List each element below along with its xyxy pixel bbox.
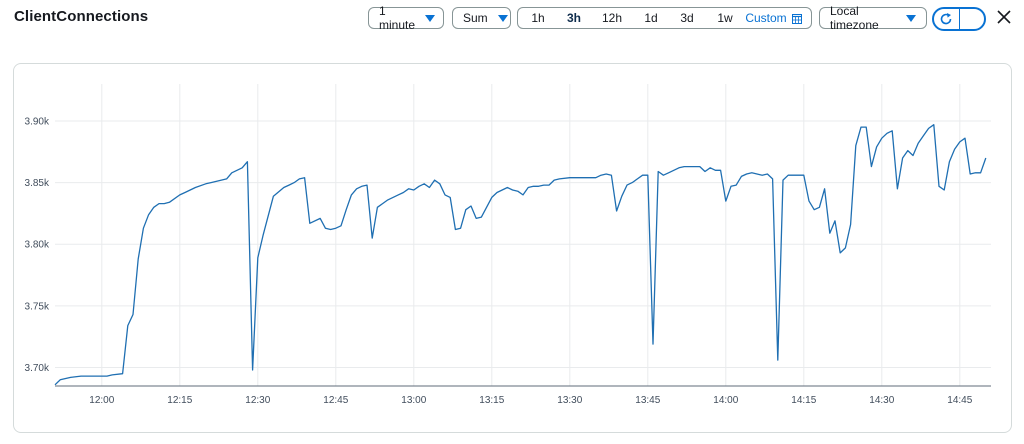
calendar-icon[interactable] [792,13,802,24]
x-tick-label: 13:30 [557,395,582,406]
period-value: 1 minute [379,4,416,32]
y-tick-label: 3.90k [25,116,50,127]
range-3d[interactable]: 3d [668,11,706,25]
x-tick-label: 14:15 [791,395,816,406]
y-tick-label: 3.70k [25,363,50,374]
refresh-button-group[interactable] [932,7,986,31]
range-3h[interactable]: 3h [558,11,590,25]
timezone-value: Local timezone [830,4,879,32]
y-tick-label: 3.75k [25,301,50,312]
caret-down-icon [425,14,436,22]
y-tick-label: 3.85k [25,178,50,189]
chart-panel: 3.70k 3.75k 3.80k 3.85k 3.90k 12:00 12:15 12:30… [13,63,1012,433]
x-tick-label: 12:00 [89,395,114,406]
x-tick-label: 13:00 [401,395,426,406]
statistic-value: Sum [463,11,488,25]
x-tick-label: 14:00 [713,395,738,406]
x-tick-label: 12:30 [245,395,270,406]
y-tick-label: 3.80k [25,240,50,251]
close-button[interactable] [996,9,1012,25]
range-1w[interactable]: 1w [706,11,744,25]
series-line [54,124,987,386]
range-1d[interactable]: 1d [634,11,668,25]
statistic-dropdown[interactable]: Sum [452,7,511,29]
range-1h[interactable]: 1h [518,11,558,25]
refresh-button[interactable] [934,9,959,29]
caret-down-icon [906,14,916,22]
timezone-dropdown[interactable]: Local timezone [819,4,927,32]
x-tick-label: 14:30 [869,395,894,406]
caret-down-icon [497,14,508,22]
period-dropdown[interactable]: 1 minute [368,4,444,32]
range-12h[interactable]: 12h [590,11,634,25]
close-icon [997,10,1011,24]
x-tick-label: 13:45 [635,395,660,406]
x-tick-label: 12:15 [167,395,192,406]
refresh-icon [941,13,952,25]
refresh-options-button[interactable] [959,9,984,29]
page-title: ClientConnections [14,8,149,25]
range-custom[interactable]: Custom [744,11,788,25]
x-tick-label: 14:45 [947,395,972,406]
x-tick-label: 13:15 [479,395,504,406]
x-tick-label: 12:45 [323,395,348,406]
time-range-selector[interactable]: 1h 3h 12h 1d 3d 1w Custom [517,7,812,29]
line-chart: 3.70k 3.75k 3.80k 3.85k 3.90k 12:00 12:15 12:30… [25,84,991,406]
